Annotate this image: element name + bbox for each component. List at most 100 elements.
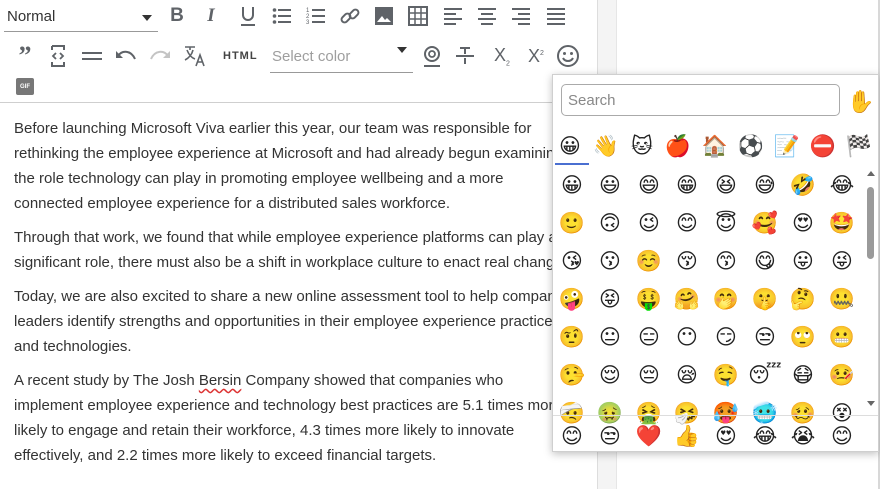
emoji-item[interactable]: ☺️	[632, 245, 666, 279]
align-left-icon[interactable]	[442, 5, 464, 27]
emoji-item[interactable]: 🤩	[825, 207, 859, 241]
scroll-thumb[interactable]	[867, 187, 874, 259]
emoji-item[interactable]: 😏	[709, 321, 743, 355]
emoji-item[interactable]: 😛	[786, 245, 820, 279]
superscript-icon[interactable]: X2	[524, 45, 548, 67]
emoji-category-tab[interactable]: 🏠	[698, 131, 732, 163]
emoji-item[interactable]: 😜	[825, 245, 859, 279]
emoji-item[interactable]: 😙	[709, 245, 743, 279]
horizontal-rule-icon[interactable]	[81, 45, 103, 67]
image-icon[interactable]	[373, 5, 395, 27]
emoji-item[interactable]: 😌	[593, 359, 627, 393]
emoji-item[interactable]: 😉	[632, 207, 666, 241]
emoji-item[interactable]: 😍	[786, 207, 820, 241]
html-source-button[interactable]: HTML	[223, 50, 258, 62]
emoji-item[interactable]: 🤪	[555, 283, 589, 317]
emoji-item[interactable]: 🤨	[555, 321, 589, 355]
strikethrough-icon[interactable]	[454, 45, 476, 67]
align-center-icon[interactable]	[476, 5, 498, 27]
emoji-category-tab[interactable]: 🍎	[661, 131, 695, 163]
emoji-item[interactable]: 🤗	[670, 283, 704, 317]
emoji-item[interactable]: 🤔	[786, 283, 820, 317]
subscript-icon[interactable]: X2	[490, 45, 514, 68]
recent-emoji-item[interactable]: 😊	[555, 420, 589, 451]
emoji-item[interactable]: 😘	[555, 245, 589, 279]
redo-icon[interactable]	[149, 45, 171, 67]
link-icon[interactable]	[339, 5, 361, 27]
emoji-item[interactable]: 😁	[670, 169, 704, 203]
bulleted-list-icon[interactable]	[271, 5, 293, 27]
align-right-icon[interactable]	[510, 5, 532, 27]
emoji-item[interactable]: 😇	[709, 207, 743, 241]
emoji-item[interactable]: 😅	[748, 169, 782, 203]
recent-emoji-item[interactable]: 😂	[748, 420, 782, 451]
clear-formatting-icon[interactable]	[183, 44, 207, 68]
emoji-category-tab[interactable]: ⛔	[806, 131, 840, 163]
emoji-item[interactable]: 🤫	[748, 283, 782, 317]
emoji-scrollbar[interactable]	[866, 169, 876, 409]
code-block-icon[interactable]	[47, 44, 69, 68]
emoji-item[interactable]: 🤭	[709, 283, 743, 317]
emoji-item[interactable]: 🙂	[555, 207, 589, 241]
emoji-category-tab[interactable]: 😀	[553, 131, 587, 163]
emoji-item[interactable]: 🤒	[825, 359, 859, 393]
emoji-item[interactable]: 😔	[632, 359, 666, 393]
emoji-item[interactable]: 😆	[709, 169, 743, 203]
emoji-category-tab[interactable]: ⚽	[734, 131, 768, 163]
bold-icon[interactable]: B	[166, 5, 188, 27]
recent-emoji-item[interactable]: ❤️	[632, 420, 666, 451]
emoji-category-tab[interactable]: 👋	[589, 131, 623, 163]
misspelled-word[interactable]: Bersin	[199, 372, 242, 389]
emoji-item[interactable]: 😒	[748, 321, 782, 355]
emoji-item[interactable]: 😊	[670, 207, 704, 241]
emoji-item[interactable]: 😗	[593, 245, 627, 279]
gif-button[interactable]: GIF	[16, 78, 34, 95]
emoji-item[interactable]: 😬	[825, 321, 859, 355]
italic-icon[interactable]: I	[200, 5, 222, 27]
table-icon[interactable]	[407, 5, 429, 27]
emoji-item[interactable]: 🤑	[632, 283, 666, 317]
emoji-item[interactable]: 😝	[593, 283, 627, 317]
undo-icon[interactable]	[115, 45, 137, 67]
emoji-item[interactable]: 😐	[593, 321, 627, 355]
emoji-item[interactable]: 😷	[786, 359, 820, 393]
emoji-item[interactable]: 🥰	[748, 207, 782, 241]
emoji-category-tab[interactable]: 📝	[770, 131, 804, 163]
recent-emoji-item[interactable]: 😍	[709, 420, 743, 451]
scroll-down-icon[interactable]	[867, 401, 875, 406]
emoji-item[interactable]: 🙃	[593, 207, 627, 241]
emoji-search-input[interactable]	[566, 91, 830, 110]
underline-icon[interactable]	[237, 4, 259, 28]
recent-emoji-item[interactable]: 👍	[670, 420, 704, 451]
recent-emoji-item[interactable]: 😒	[593, 420, 627, 451]
recent-emoji-item[interactable]: 😊	[825, 420, 859, 451]
editor-content[interactable]: Before launching Microsoft Viva earlier …	[14, 116, 594, 477]
emoji-item[interactable]: 🤥	[555, 359, 589, 393]
align-justify-icon[interactable]	[545, 5, 567, 27]
paragraph-format-select[interactable]: Normal	[4, 4, 158, 32]
emoji-item[interactable]: 😚	[670, 245, 704, 279]
emoji-icon[interactable]	[556, 44, 580, 68]
scroll-up-icon[interactable]	[867, 171, 875, 176]
emoji-item[interactable]: 😃	[593, 169, 627, 203]
color-select[interactable]: Select color	[270, 42, 413, 73]
emoji-item[interactable]: 😑	[632, 321, 666, 355]
emoji-item[interactable]: 😋	[748, 245, 782, 279]
emoji-item[interactable]: 😪	[670, 359, 704, 393]
emoji-category-tab[interactable]: 🐱	[625, 131, 659, 163]
mention-icon[interactable]	[420, 44, 444, 68]
blockquote-icon[interactable]: ”	[14, 43, 36, 69]
emoji-search-box[interactable]	[561, 84, 840, 116]
skin-tone-selector[interactable]: ✋	[847, 89, 874, 115]
emoji-item[interactable]: 😶	[670, 321, 704, 355]
emoji-item[interactable]: 🤐	[825, 283, 859, 317]
emoji-item[interactable]: 😀	[555, 169, 589, 203]
emoji-item[interactable]: 🙄	[786, 321, 820, 355]
emoji-item[interactable]: 😂	[825, 169, 859, 203]
recent-emoji-item[interactable]: 😭	[786, 420, 820, 451]
emoji-item[interactable]: 😄	[632, 169, 666, 203]
emoji-item[interactable]: 🤣	[786, 169, 820, 203]
numbered-list-icon[interactable]: 123	[305, 5, 327, 27]
emoji-item[interactable]: 🤤	[709, 359, 743, 393]
emoji-item[interactable]: 😴	[748, 359, 782, 393]
